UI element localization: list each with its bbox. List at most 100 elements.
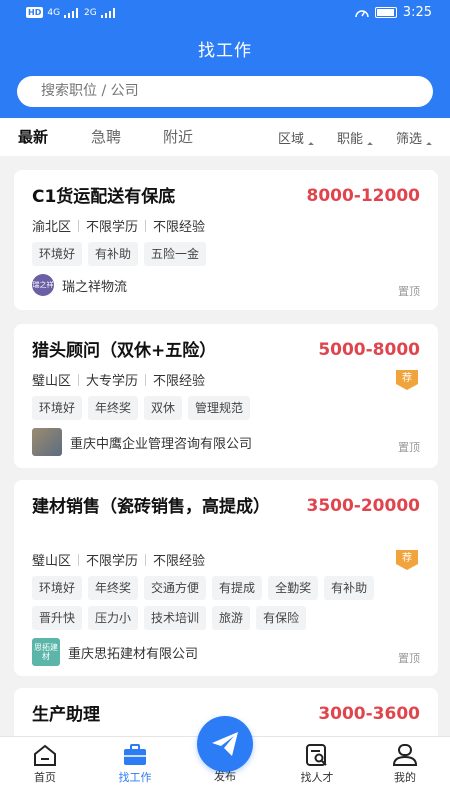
tag: 有补助 bbox=[324, 576, 375, 600]
divider bbox=[78, 373, 80, 386]
company-row: 重庆中鹰企业管理咨询有限公司 bbox=[32, 428, 252, 456]
job-title: 建材销售（瓷砖销售，高提成） bbox=[32, 497, 270, 517]
tag: 五险一金 bbox=[144, 242, 207, 266]
pinned-label: 置顶 bbox=[398, 285, 420, 298]
user-icon bbox=[392, 744, 418, 766]
job-education: 不限学历 bbox=[86, 220, 139, 235]
job-card[interactable]: C1货运配送有保底 8000-12000 渝北区 不限学历 不限经验 环境好 有… bbox=[14, 170, 438, 310]
divider bbox=[145, 373, 147, 386]
job-title: C1货运配送有保底 bbox=[32, 187, 176, 207]
nav-mine[interactable]: 我的 bbox=[370, 737, 440, 800]
tag: 环境好 bbox=[32, 242, 83, 266]
tag: 有保险 bbox=[256, 606, 307, 630]
divider bbox=[78, 553, 80, 566]
network-label-1: 4G bbox=[47, 7, 61, 18]
dropdown-function[interactable]: 职能 bbox=[337, 128, 373, 148]
job-experience: 不限经验 bbox=[153, 374, 206, 389]
speed-icon bbox=[355, 9, 369, 17]
dropdown-region-label: 区域 bbox=[278, 132, 305, 147]
company-logo: 瑞之祥 bbox=[32, 274, 54, 296]
status-bar: HD 4G 2G 3:25 bbox=[0, 0, 450, 28]
divider bbox=[78, 219, 80, 232]
job-title: 猎头顾问（双休+五险） bbox=[32, 341, 217, 361]
nav-find-talent[interactable]: 找人才 bbox=[282, 737, 352, 800]
company-row: 思拓建材 重庆思拓建材有限公司 bbox=[32, 638, 198, 666]
hd-icon: HD bbox=[26, 7, 44, 18]
job-district: 璧山区 bbox=[32, 374, 72, 389]
tag: 交通方便 bbox=[144, 576, 207, 600]
job-card[interactable]: 猎头顾问（双休+五险） 5000-8000 璧山区 大专学历 不限经验 荐 环境… bbox=[14, 324, 438, 468]
job-title: 生产助理 bbox=[32, 705, 100, 725]
company-name: 重庆中鹰企业管理咨询有限公司 bbox=[70, 436, 253, 452]
clock: 3:25 bbox=[402, 5, 432, 20]
company-name: 重庆思拓建材有限公司 bbox=[68, 646, 199, 662]
job-salary: 5000-8000 bbox=[318, 340, 420, 360]
dropdown-filter[interactable]: 筛选 bbox=[396, 128, 432, 148]
job-salary: 8000-12000 bbox=[306, 186, 420, 206]
nav-find-talent-label: 找人才 bbox=[300, 771, 334, 784]
job-list: C1货运配送有保底 8000-12000 渝北区 不限学历 不限经验 环境好 有… bbox=[0, 156, 450, 736]
tag: 晋升快 bbox=[32, 606, 83, 630]
recommend-badge: 荐 bbox=[396, 550, 418, 570]
tag: 环境好 bbox=[32, 576, 83, 600]
tag: 全勤奖 bbox=[268, 576, 319, 600]
paper-plane-icon bbox=[212, 732, 238, 756]
tag: 有提成 bbox=[212, 576, 263, 600]
tab-nearby[interactable]: 附近 bbox=[163, 126, 193, 147]
search-resume-icon bbox=[306, 744, 327, 766]
tag: 环境好 bbox=[32, 396, 83, 420]
job-district: 渝北区 bbox=[32, 220, 72, 235]
briefcase-icon bbox=[124, 744, 146, 765]
tab-latest[interactable]: 最新 bbox=[18, 126, 48, 147]
company-name: 瑞之祥物流 bbox=[62, 279, 128, 295]
page-title: 找工作 bbox=[198, 41, 252, 61]
status-right: 3:25 bbox=[355, 5, 432, 20]
triangle-icon bbox=[308, 142, 314, 148]
tab-urgent[interactable]: 急聘 bbox=[91, 126, 121, 147]
job-tags: 环境好 年终奖 交通方便 有提成 全勤奖 有补助 晋升快 压力小 技术培训 旅游… bbox=[32, 576, 427, 630]
header: HD 4G 2G 3:25 找工作 bbox=[0, 0, 450, 118]
nav-post-label: 发布 bbox=[214, 770, 236, 783]
job-meta: 渝北区 不限学历 不限经验 bbox=[32, 216, 205, 235]
dropdown-filter-label: 筛选 bbox=[396, 132, 423, 147]
recommend-badge: 荐 bbox=[396, 370, 418, 390]
tag: 双休 bbox=[144, 396, 183, 420]
job-tags: 环境好 有补助 五险一金 bbox=[32, 242, 427, 266]
job-meta: 璧山区 大专学历 不限经验 bbox=[32, 370, 205, 389]
tag: 有补助 bbox=[88, 242, 139, 266]
tag: 年终奖 bbox=[88, 576, 139, 600]
tag: 旅游 bbox=[212, 606, 251, 630]
job-card[interactable]: 建材销售（瓷砖销售，高提成） 3500-20000 璧山区 不限学历 不限经验 … bbox=[14, 480, 438, 676]
post-button[interactable] bbox=[197, 716, 253, 772]
filter-bar: 最新 急聘 附近 区域 职能 筛选 bbox=[0, 118, 450, 156]
battery-icon bbox=[374, 7, 397, 18]
tag: 管理规范 bbox=[188, 396, 251, 420]
dropdown-function-label: 职能 bbox=[337, 132, 364, 147]
search-input[interactable] bbox=[17, 76, 433, 107]
company-logo: 思拓建材 bbox=[32, 638, 60, 666]
tag: 技术培训 bbox=[144, 606, 207, 630]
job-salary: 3500-20000 bbox=[306, 496, 420, 516]
divider bbox=[145, 553, 147, 566]
pinned-label: 置顶 bbox=[398, 441, 420, 454]
dropdown-region[interactable]: 区域 bbox=[278, 128, 314, 148]
company-row: 瑞之祥 瑞之祥物流 bbox=[32, 274, 127, 296]
job-education: 大专学历 bbox=[86, 374, 139, 389]
nav-mine-label: 我的 bbox=[394, 771, 416, 784]
job-experience: 不限经验 bbox=[153, 220, 206, 235]
nav-find-job[interactable]: 找工作 bbox=[100, 737, 170, 800]
divider bbox=[145, 219, 147, 232]
signal-icon-2 bbox=[100, 7, 117, 18]
nav-home[interactable]: 首页 bbox=[10, 737, 80, 800]
home-icon bbox=[34, 744, 56, 766]
tag: 压力小 bbox=[88, 606, 139, 630]
status-left: HD 4G 2G bbox=[26, 7, 117, 18]
triangle-icon bbox=[367, 142, 373, 148]
triangle-icon bbox=[426, 142, 432, 148]
nav-home-label: 首页 bbox=[34, 771, 56, 784]
job-tags: 环境好 年终奖 双休 管理规范 bbox=[32, 396, 427, 420]
company-logo bbox=[32, 428, 62, 456]
job-education: 不限学历 bbox=[86, 554, 139, 569]
network-label-2: 2G bbox=[84, 7, 97, 18]
job-meta: 璧山区 不限学历 不限经验 bbox=[32, 550, 205, 569]
